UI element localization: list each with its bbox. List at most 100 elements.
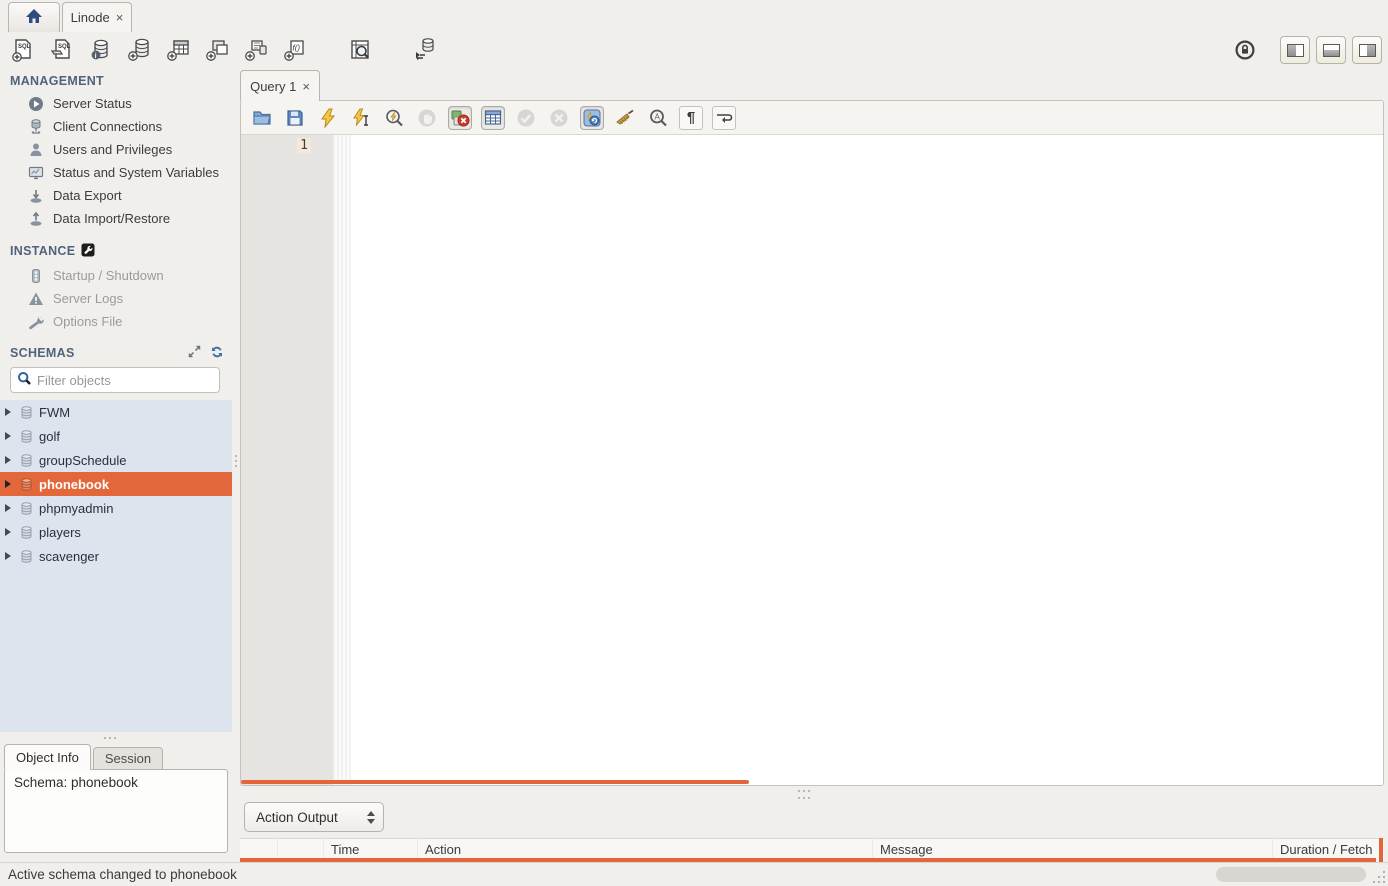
wrench-icon	[27, 313, 44, 330]
connection-lock-icon	[1232, 37, 1258, 63]
schema-row-phonebook[interactable]: phonebook	[0, 472, 232, 496]
save-script-button[interactable]	[283, 106, 307, 130]
warning-icon	[27, 290, 44, 307]
home-tab[interactable]	[8, 2, 60, 32]
column-status[interactable]	[240, 839, 278, 859]
sidebar-item-data-import[interactable]: Data Import/Restore	[0, 207, 232, 230]
sidebar-item-data-export[interactable]: Data Export	[0, 184, 232, 207]
beautify-script-button[interactable]	[613, 106, 637, 130]
create-table-button[interactable]	[166, 37, 192, 63]
find-button[interactable]: A	[646, 106, 670, 130]
output-panel-splitter-handle[interactable]	[798, 797, 810, 799]
sql-editor[interactable]: 1	[241, 135, 1383, 785]
output-vertical-scrollbar[interactable]	[1379, 838, 1383, 862]
svg-text:SQL: SQL	[18, 44, 31, 50]
schema-row-golf[interactable]: golf	[0, 424, 232, 448]
schema-row-players[interactable]: players	[0, 520, 232, 544]
sidebar-item-client-connections[interactable]: Client Connections	[0, 115, 232, 138]
toggle-invisible-characters-button[interactable]: ¶	[679, 106, 703, 130]
toggle-autocommit-button[interactable]	[580, 106, 604, 130]
column-index[interactable]	[278, 839, 324, 859]
tab-object-info[interactable]: Object Info	[4, 744, 91, 770]
home-icon	[25, 8, 43, 27]
toggle-word-wrap-button[interactable]	[712, 106, 736, 130]
column-time[interactable]: Time	[324, 839, 418, 859]
schema-filter	[10, 367, 220, 393]
sidebar-item-server-logs[interactable]: Server Logs	[0, 287, 232, 310]
monitor-icon	[27, 164, 44, 181]
sidebar-splitter[interactable]	[232, 68, 240, 862]
expander-icon[interactable]	[5, 408, 11, 416]
window-controls	[1232, 36, 1382, 64]
filter-objects-input[interactable]	[37, 373, 213, 388]
schema-row-scavenger[interactable]: scavenger	[0, 544, 232, 568]
output-panel-splitter[interactable]	[798, 790, 810, 792]
client-connections-icon	[27, 118, 44, 135]
tab-query-1[interactable]: Query 1 ×	[240, 70, 320, 101]
expander-icon[interactable]	[5, 504, 11, 512]
bottom-scrollbar-thumb[interactable]	[1216, 867, 1366, 882]
line-number: 1	[297, 138, 311, 153]
schema-icon	[18, 428, 35, 445]
selector-spinner-icon	[367, 811, 375, 824]
open-script-button[interactable]	[250, 106, 274, 130]
create-view-button[interactable]	[205, 37, 231, 63]
traffic-light-icon	[27, 267, 44, 284]
export-icon	[27, 187, 44, 204]
output-view-selector[interactable]: Action Output	[244, 802, 384, 832]
expander-icon[interactable]	[5, 432, 11, 440]
schema-icon	[18, 476, 35, 493]
expander-icon[interactable]	[5, 528, 11, 536]
open-sql-file-button[interactable]: SQL	[49, 37, 75, 63]
tab-session[interactable]: Session	[93, 747, 163, 770]
toggle-bottom-panel-button[interactable]	[1316, 36, 1346, 64]
sidebar-item-users-privileges[interactable]: Users and Privileges	[0, 138, 232, 161]
schema-row-groupschedule[interactable]: groupSchedule	[0, 448, 232, 472]
reconnect-dbms-button[interactable]	[411, 37, 437, 63]
inspect-database-button[interactable]: i	[88, 37, 114, 63]
refresh-schemas-icon[interactable]	[210, 345, 224, 362]
connection-tab-bar: Linode ×	[0, 0, 1388, 32]
toggle-left-sidebar-button[interactable]	[1280, 36, 1310, 64]
create-procedure-button[interactable]	[244, 37, 270, 63]
sidebar-item-status-system-variables[interactable]: Status and System Variables	[0, 161, 232, 184]
create-schema-button[interactable]	[127, 37, 153, 63]
column-message[interactable]: Message	[873, 839, 1273, 859]
sql-editor-panel: A ¶ 1	[240, 100, 1384, 786]
create-function-button[interactable]: f()	[283, 37, 309, 63]
sidebar-item-startup-shutdown[interactable]: Startup / Shutdown	[0, 264, 232, 287]
schema-row-phpmyadmin[interactable]: phpmyadmin	[0, 496, 232, 520]
expand-schemas-icon[interactable]	[188, 345, 201, 361]
sidebar-item-options-file[interactable]: Options File	[0, 310, 232, 333]
schema-row-fwm[interactable]: FWM	[0, 400, 232, 424]
toggle-limit-rows-button[interactable]	[481, 106, 505, 130]
toggle-stop-on-error-button[interactable]	[448, 106, 472, 130]
info-panel-splitter[interactable]	[104, 737, 116, 739]
editor-horizontal-scrollbar[interactable]	[241, 780, 749, 784]
connection-tab[interactable]: Linode ×	[62, 2, 132, 32]
user-icon	[27, 141, 44, 158]
column-action[interactable]: Action	[418, 839, 873, 859]
expander-icon[interactable]	[5, 480, 11, 488]
rollback-button	[547, 106, 571, 130]
schema-icon	[18, 500, 35, 517]
window-resize-grip[interactable]	[1373, 871, 1385, 883]
toggle-right-sidebar-button[interactable]	[1352, 36, 1382, 64]
expander-icon[interactable]	[5, 552, 11, 560]
new-sql-tab-button[interactable]: SQL	[10, 37, 36, 63]
close-icon[interactable]: ×	[116, 11, 124, 24]
right-panel-icon	[1359, 44, 1376, 57]
bottom-panel-icon	[1323, 44, 1340, 57]
instance-section-header: INSTANCE	[10, 242, 224, 260]
close-icon[interactable]: ×	[302, 80, 310, 93]
search-table-data-button[interactable]	[347, 37, 373, 63]
editor-toolbar: A ¶	[241, 101, 1383, 135]
explain-query-button[interactable]	[382, 106, 406, 130]
column-duration-fetch[interactable]: Duration / Fetch	[1273, 839, 1384, 859]
execute-statement-button[interactable]	[349, 106, 373, 130]
info-panel-tabs: Object Info Session	[4, 744, 163, 770]
expander-icon[interactable]	[5, 456, 11, 464]
execute-query-button[interactable]	[316, 106, 340, 130]
commit-button	[514, 106, 538, 130]
sidebar-item-server-status[interactable]: Server Status	[0, 92, 232, 115]
